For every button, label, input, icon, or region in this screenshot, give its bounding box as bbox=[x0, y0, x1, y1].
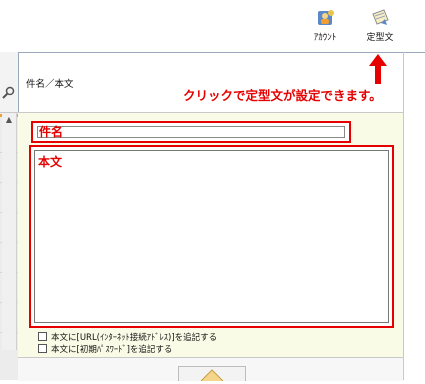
template-button[interactable]: 定型文 bbox=[357, 8, 403, 48]
account-label: ｱｶｳﾝﾄ bbox=[313, 33, 337, 43]
append-url-option[interactable]: 本文に[URL(ｲﾝﾀｰﾈｯﾄ接続ｱﾄﾞﾚｽ)]を追記する bbox=[38, 331, 217, 343]
list-header bbox=[0, 52, 18, 113]
body-textarea[interactable] bbox=[34, 150, 389, 323]
append-url-label: 本文に[URL(ｲﾝﾀｰﾈｯﾄ接続ｱﾄﾞﾚｽ)]を追記する bbox=[51, 333, 218, 343]
scrollbar[interactable]: ▲ bbox=[2, 113, 17, 350]
append-url-checkbox[interactable] bbox=[38, 332, 47, 341]
subject-body-label: 件名／本文 bbox=[26, 79, 74, 90]
search-icon[interactable] bbox=[2, 86, 16, 100]
append-password-checkbox[interactable] bbox=[38, 344, 47, 353]
arrow-up-icon bbox=[369, 54, 387, 84]
send-button[interactable] bbox=[178, 366, 246, 382]
template-label: 定型文 bbox=[366, 33, 394, 43]
scroll-up-icon[interactable]: ▲ bbox=[2, 113, 16, 127]
template-hint: クリックで定型文が設定できます。 bbox=[183, 88, 382, 103]
pane-border bbox=[403, 52, 404, 380]
account-icon bbox=[314, 8, 336, 28]
toolbar: ｱｶｳﾝﾄ 定型文 bbox=[0, 0, 425, 52]
append-password-label: 本文に[初期ﾊﾟｽﾜｰﾄﾞ]を追記する bbox=[51, 345, 173, 355]
envelope-icon bbox=[200, 369, 224, 382]
append-password-option[interactable]: 本文に[初期ﾊﾟｽﾜｰﾄﾞ]を追記する bbox=[38, 343, 172, 355]
subject-input[interactable] bbox=[37, 126, 345, 138]
toolbar-divider bbox=[0, 52, 425, 53]
body-field-highlight[interactable]: 本文 bbox=[29, 145, 394, 328]
subject-field-highlight[interactable]: 件名 bbox=[31, 121, 351, 143]
template-icon bbox=[369, 8, 391, 28]
subject-field-label: 件名 bbox=[39, 125, 64, 139]
account-button[interactable]: ｱｶｳﾝﾄ bbox=[302, 8, 348, 48]
body-field-label: 本文 bbox=[38, 155, 63, 169]
